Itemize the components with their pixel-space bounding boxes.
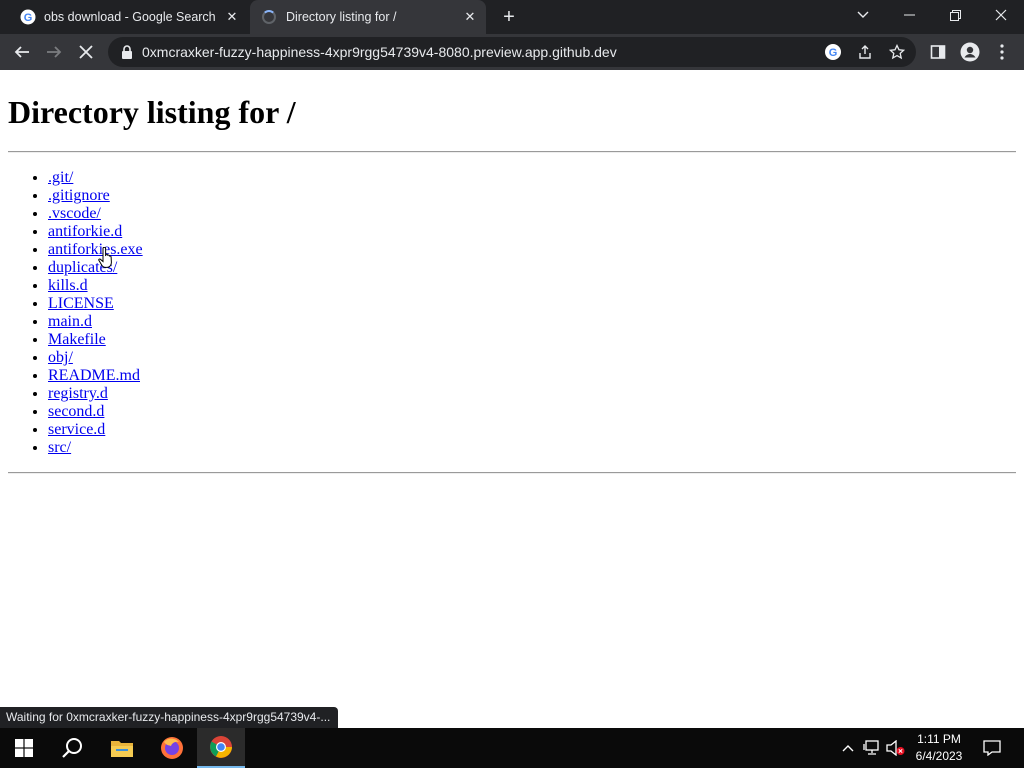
svg-text:G: G (24, 12, 33, 24)
list-item: second.d (48, 403, 143, 421)
close-tab-icon[interactable]: ✕ (460, 7, 480, 27)
start-button[interactable] (0, 728, 48, 768)
tab-title: obs download - Google Search (44, 10, 216, 24)
page-title: Directory listing for / (8, 94, 296, 130)
browser-toolbar: 0xmcraxker-fuzzy-happiness-4xpr9rgg54739… (0, 34, 1024, 70)
svg-text:G: G (829, 47, 838, 59)
share-icon[interactable] (856, 43, 874, 61)
lock-icon[interactable] (118, 43, 136, 61)
minimize-button[interactable] (886, 0, 932, 30)
file-link[interactable]: Makefile (48, 331, 106, 348)
file-link[interactable]: .git/ (48, 169, 73, 186)
notifications-button[interactable] (980, 738, 1004, 758)
kebab-menu-icon (1000, 44, 1004, 60)
volume-button[interactable] (886, 738, 906, 758)
chevron-down-icon (857, 11, 869, 18)
menu-button[interactable] (988, 38, 1016, 66)
arrow-right-icon (47, 46, 62, 58)
tab-title: Directory listing for / (286, 10, 397, 24)
web-page: Directory listing for / .git/ .gitignore… (0, 70, 1024, 728)
restore-button[interactable] (932, 0, 978, 30)
file-link[interactable]: kills.d (48, 277, 88, 294)
file-link[interactable]: .gitignore (48, 187, 110, 204)
directory-listing: .git/ .gitignore .vscode/ antiforkie.d a… (48, 169, 143, 457)
side-panel-button[interactable] (924, 38, 952, 66)
file-link[interactable]: service.d (48, 421, 105, 438)
hand-cursor-icon (98, 247, 112, 268)
google-lens-icon[interactable]: G (824, 43, 842, 61)
file-link[interactable]: main.d (48, 313, 92, 330)
back-button[interactable] (8, 38, 36, 66)
loading-spinner-icon (262, 10, 276, 24)
list-item: duplicates/ (48, 259, 143, 277)
file-explorer-icon (111, 741, 133, 757)
google-icon: G (20, 9, 36, 25)
file-explorer-button[interactable] (98, 728, 146, 768)
close-tab-icon[interactable]: ✕ (222, 7, 242, 27)
profile-button[interactable] (956, 38, 984, 66)
file-link[interactable]: antiforkies.exe (48, 241, 143, 258)
list-item: LICENSE (48, 295, 143, 313)
file-link[interactable]: src/ (48, 439, 71, 456)
file-link[interactable]: obj/ (48, 349, 73, 366)
network-icon (863, 740, 879, 755)
list-item: antiforkie.d (48, 223, 143, 241)
show-hidden-icons-button[interactable] (838, 738, 858, 758)
divider (8, 472, 1016, 474)
minimize-icon (903, 14, 915, 16)
file-link[interactable]: registry.d (48, 385, 108, 402)
list-item: .vscode/ (48, 205, 143, 223)
taskbar-search-button[interactable] (48, 728, 96, 768)
bookmark-star-icon[interactable] (888, 43, 906, 61)
list-item: README.md (48, 367, 143, 385)
new-tab-button[interactable]: + (498, 7, 520, 29)
side-panel-icon (930, 45, 946, 59)
address-bar[interactable]: 0xmcraxker-fuzzy-happiness-4xpr9rgg54739… (108, 37, 916, 67)
firefox-icon (161, 737, 183, 759)
firefox-button[interactable] (148, 728, 196, 768)
forward-button[interactable] (40, 38, 68, 66)
url-text: 0xmcraxker-fuzzy-happiness-4xpr9rgg54739… (142, 44, 617, 60)
file-link[interactable]: antiforkie.d (48, 223, 122, 240)
close-window-button[interactable] (978, 0, 1024, 30)
restore-icon (949, 9, 961, 21)
tab-directory-listing[interactable]: Directory listing for / ✕ (250, 0, 486, 34)
list-item: main.d (48, 313, 143, 331)
file-link[interactable]: second.d (48, 403, 104, 420)
profile-avatar-icon (960, 42, 980, 62)
stop-loading-button[interactable] (72, 38, 100, 66)
volume-muted-icon (886, 740, 905, 756)
file-link[interactable]: README.md (48, 367, 140, 384)
list-item: kills.d (48, 277, 143, 295)
list-item: obj/ (48, 349, 143, 367)
tab-google-search[interactable]: G obs download - Google Search ✕ (8, 0, 248, 34)
clock-time: 1:11 PM (917, 732, 961, 746)
arrow-left-icon (14, 46, 29, 58)
file-link[interactable]: LICENSE (48, 295, 114, 312)
notification-icon (983, 740, 1001, 756)
close-icon (995, 9, 1007, 21)
system-clock[interactable]: 1:11 PM 6/4/2023 (908, 731, 970, 765)
stop-icon (79, 45, 93, 59)
list-item: src/ (48, 439, 143, 457)
search-icon (62, 738, 82, 758)
list-item: antiforkies.exe (48, 241, 143, 259)
chevron-up-icon (842, 745, 854, 752)
network-button[interactable] (862, 738, 882, 758)
list-item: service.d (48, 421, 143, 439)
clock-date: 6/4/2023 (915, 749, 963, 763)
list-item: registry.d (48, 385, 143, 403)
status-bubble: Waiting for 0xmcraxker-fuzzy-happiness-4… (0, 707, 339, 728)
chrome-icon (210, 736, 232, 758)
tab-strip: G obs download - Google Search ✕ Directo… (0, 0, 1024, 34)
file-link[interactable]: .vscode/ (48, 205, 101, 222)
list-item: .gitignore (48, 187, 143, 205)
list-item: .git/ (48, 169, 143, 187)
tab-search-button[interactable] (840, 0, 886, 30)
taskbar: 1:11 PM 6/4/2023 (0, 728, 1024, 768)
list-item: Makefile (48, 331, 143, 349)
start-icon (15, 739, 33, 757)
divider (8, 151, 1016, 153)
chrome-button[interactable] (197, 728, 245, 768)
